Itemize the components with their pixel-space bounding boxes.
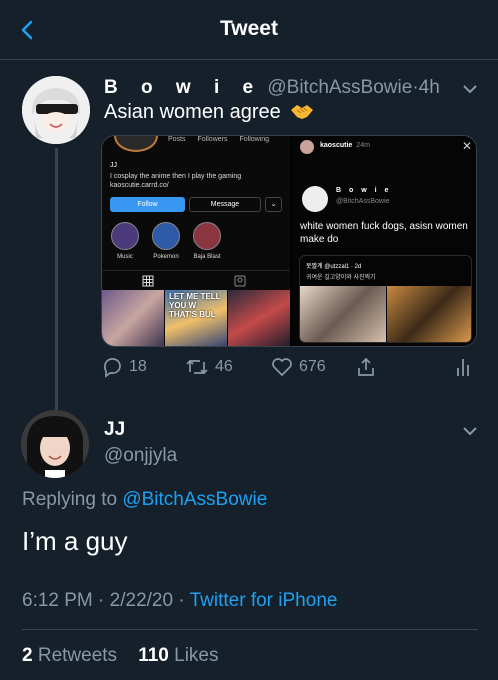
avatar: [300, 140, 314, 154]
inner-quoted-tweet: 못짤계 @utzzal1 · 2d 귀여운 길고양이와 사진찍기: [299, 255, 472, 343]
tweet-text: Asian women agree: [104, 101, 314, 124]
anime-avatar-image: [22, 76, 90, 144]
inner-quote-photo: [300, 286, 386, 342]
close-icon: ✕: [461, 139, 472, 153]
author-handle[interactable]: @BitchAssBowie: [267, 77, 412, 98]
tweet-author-row: B o w i e @BitchAssBowie·4h: [104, 77, 440, 99]
retweet-button[interactable]: 46: [185, 356, 233, 378]
tweet-date: 2/22/20: [109, 590, 174, 611]
profile-avatar-ring: [114, 136, 158, 152]
divider: [22, 629, 478, 630]
tweet-time: 4h: [418, 77, 440, 98]
page-title: Tweet: [220, 17, 278, 40]
highlight-label: Music: [117, 254, 133, 260]
replying-prefix: Replying to: [22, 489, 123, 510]
media-image-left[interactable]: Posts Followers Following JJ I cosplay t…: [102, 136, 290, 346]
avatar: [302, 186, 328, 212]
ig-stat-posts: Posts: [168, 136, 186, 143]
ig-stats-row: Posts Followers Following: [168, 136, 269, 143]
highlight-thumbnail: [193, 222, 221, 250]
inner-quote-user: 못짤계 @utzzal1 · 2d: [306, 264, 362, 270]
ig-highlight: Music: [110, 222, 140, 260]
engagement-stats: 2 Retweets 110 Likes: [22, 645, 218, 667]
like-count: 676: [299, 358, 326, 375]
top-bar: Tweet: [0, 0, 498, 60]
reply-icon: [104, 358, 121, 378]
ig-grid-photo: [228, 290, 290, 346]
tweet-time: 6:12 PM: [22, 590, 93, 611]
reply-text: I’m a guy: [22, 526, 128, 556]
ig-message-button: Message: [189, 197, 261, 212]
chevron-down-icon[interactable]: [461, 80, 479, 98]
retweet-icon: [186, 359, 208, 375]
replying-to-link[interactable]: @BitchAssBowie: [122, 489, 267, 510]
ig-stat-followers: Followers: [197, 136, 228, 143]
share-icon: [358, 357, 374, 376]
analytics-button[interactable]: [455, 356, 471, 378]
retweet-count: 2: [22, 645, 33, 666]
ig-stat-following: Following: [239, 136, 270, 143]
ig-bio-line-2: kaoscutie.carrd.co/: [110, 182, 169, 189]
reply-author-handle[interactable]: @onjjyla: [104, 445, 177, 467]
retweets-label: Retweets: [37, 645, 118, 666]
quoted-handle: @BitchAssBowie: [336, 198, 390, 205]
analytics-icon: [457, 359, 469, 376]
quoted-text: white women fuck dogs, asisn women make …: [300, 221, 468, 245]
screenshot-age: 24m: [356, 142, 370, 149]
ig-profile-name: JJ: [110, 162, 117, 169]
highlight-label: Pokemon: [153, 254, 179, 260]
ig-highlight: Pokemon: [151, 222, 181, 260]
ig-more-button: ⌄: [265, 197, 282, 212]
ig-highlight: Baja Blast: [192, 222, 222, 260]
chevron-down-icon[interactable]: [461, 422, 479, 440]
ig-follow-button: Follow: [110, 197, 185, 212]
author-display-name[interactable]: B o w i e: [104, 77, 262, 98]
tweet-metadata: 6:12 PM · 2/22/20 · Twitter for iPhone: [22, 590, 337, 612]
separator-dot: ·: [178, 590, 185, 611]
media-image-right[interactable]: kaoscutie 24m ✕ B o w i e @BitchAssBowie …: [292, 136, 476, 346]
share-button[interactable]: [355, 356, 377, 378]
ig-grid-photo: [102, 290, 164, 346]
tweet-media-container[interactable]: Posts Followers Following JJ I cosplay t…: [101, 135, 477, 347]
grid-icon: [142, 275, 154, 287]
highlight-label: Baja Blast: [193, 254, 221, 260]
manga-overlay-text: LET ME TELL YOU W THAT'S BUL: [169, 292, 227, 319]
avatar[interactable]: [21, 410, 89, 478]
tweet-text-content: Asian women agree: [104, 101, 281, 123]
likes-stat[interactable]: 110 Likes: [138, 645, 218, 666]
handshake-emoji-icon: [291, 105, 314, 119]
tagged-icon: [234, 275, 246, 287]
separator-dot: ·: [98, 590, 105, 611]
manga-line-2: THAT'S BUL: [169, 310, 216, 319]
tweet-actions: 18 46 676: [101, 356, 481, 382]
like-count: 110: [138, 645, 169, 666]
screenshot-username-text: kaoscutie: [320, 142, 353, 149]
inner-quote-text: 귀여운 길고양이와 사진찍기: [306, 275, 376, 281]
retweets-stat[interactable]: 2 Retweets: [22, 645, 117, 666]
ig-grid-photo-manga: LET ME TELL YOU W THAT'S BUL: [165, 290, 227, 346]
avatar[interactable]: [22, 76, 90, 144]
inner-quote-photo-tiger: [387, 286, 471, 342]
ig-tab-bar: [102, 270, 290, 290]
profile-photo: [21, 410, 89, 478]
reply-count: 18: [129, 358, 147, 375]
quoted-display-name: B o w i e: [336, 187, 392, 194]
manga-line-1: LET ME TELL YOU W: [169, 292, 221, 310]
highlight-thumbnail: [152, 222, 180, 250]
heart-icon: [272, 358, 292, 377]
reply-button[interactable]: 18: [101, 356, 147, 378]
replying-to: Replying to @BitchAssBowie: [22, 489, 267, 511]
like-button[interactable]: 676: [271, 356, 326, 378]
likes-label: Likes: [174, 645, 219, 666]
tweet-source-link[interactable]: Twitter for iPhone: [190, 590, 338, 611]
reply-author-display-name[interactable]: JJ: [104, 419, 125, 441]
highlight-thumbnail: [111, 222, 139, 250]
ig-bio: I cosplay the anime then I play the gami…: [110, 172, 280, 190]
ig-bio-line-1: I cosplay the anime then I play the gami…: [110, 173, 242, 180]
retweet-count: 46: [215, 358, 233, 375]
screenshot-username: kaoscutie 24m: [320, 142, 370, 149]
